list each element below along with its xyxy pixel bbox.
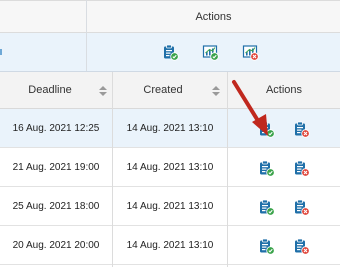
top-action-row <box>0 33 340 72</box>
reject-clipboard-icon[interactable] <box>293 160 310 177</box>
deadline-cell: 25 Aug. 2021 18:00 <box>12 201 100 212</box>
top-panel: Actions <box>0 0 340 72</box>
table-row[interactable]: 21 Aug. 2021 19:00 14 Aug. 2021 13:10 <box>0 148 340 187</box>
table-row[interactable]: 20 Aug. 2021 20:00 14 Aug. 2021 13:10 <box>0 226 340 265</box>
top-actions-header: Actions <box>195 11 232 23</box>
reject-clipboard-icon[interactable] <box>293 121 310 138</box>
created-cell: 14 Aug. 2021 13:10 <box>126 162 214 173</box>
table-row[interactable]: 16 Aug. 2021 12:25 14 Aug. 2021 13:10 <box>0 109 340 148</box>
top-column-divider <box>86 0 87 71</box>
row-expand-caret[interactable] <box>0 49 2 55</box>
tasks-grid: Deadline Created Actions 16 Aug. 2021 12… <box>0 72 340 267</box>
sort-deadline-icon[interactable] <box>99 86 107 96</box>
created-cell: 14 Aug. 2021 13:10 <box>126 201 214 212</box>
approve-clipboard-icon[interactable] <box>258 199 275 216</box>
approve-clipboard-icon[interactable] <box>258 238 275 255</box>
table-row[interactable]: 25 Aug. 2021 18:00 14 Aug. 2021 13:10 <box>0 187 340 226</box>
top-header-row: Actions <box>0 0 340 33</box>
reject-clipboard-icon[interactable] <box>293 238 310 255</box>
annotation-arrow-icon <box>232 80 268 136</box>
column-divider <box>112 72 113 267</box>
column-header-deadline[interactable]: Deadline <box>0 72 100 109</box>
reject-clipboard-icon[interactable] <box>293 199 310 216</box>
approve-clipboard-icon[interactable] <box>258 160 275 177</box>
created-cell: 14 Aug. 2021 13:10 <box>126 240 214 251</box>
create-report-icon[interactable] <box>162 44 179 61</box>
deadline-cell: 21 Aug. 2021 19:00 <box>12 162 100 173</box>
delete-chart-report-icon[interactable] <box>242 44 259 61</box>
deadline-cell: 20 Aug. 2021 20:00 <box>12 240 100 251</box>
column-header-created[interactable]: Created <box>113 72 213 109</box>
grid-header: Deadline Created Actions <box>0 72 340 109</box>
chart-report-icon[interactable] <box>202 44 219 61</box>
created-cell: 14 Aug. 2021 13:10 <box>126 123 214 134</box>
deadline-cell: 16 Aug. 2021 12:25 <box>12 123 100 134</box>
sort-created-icon[interactable] <box>212 86 220 96</box>
